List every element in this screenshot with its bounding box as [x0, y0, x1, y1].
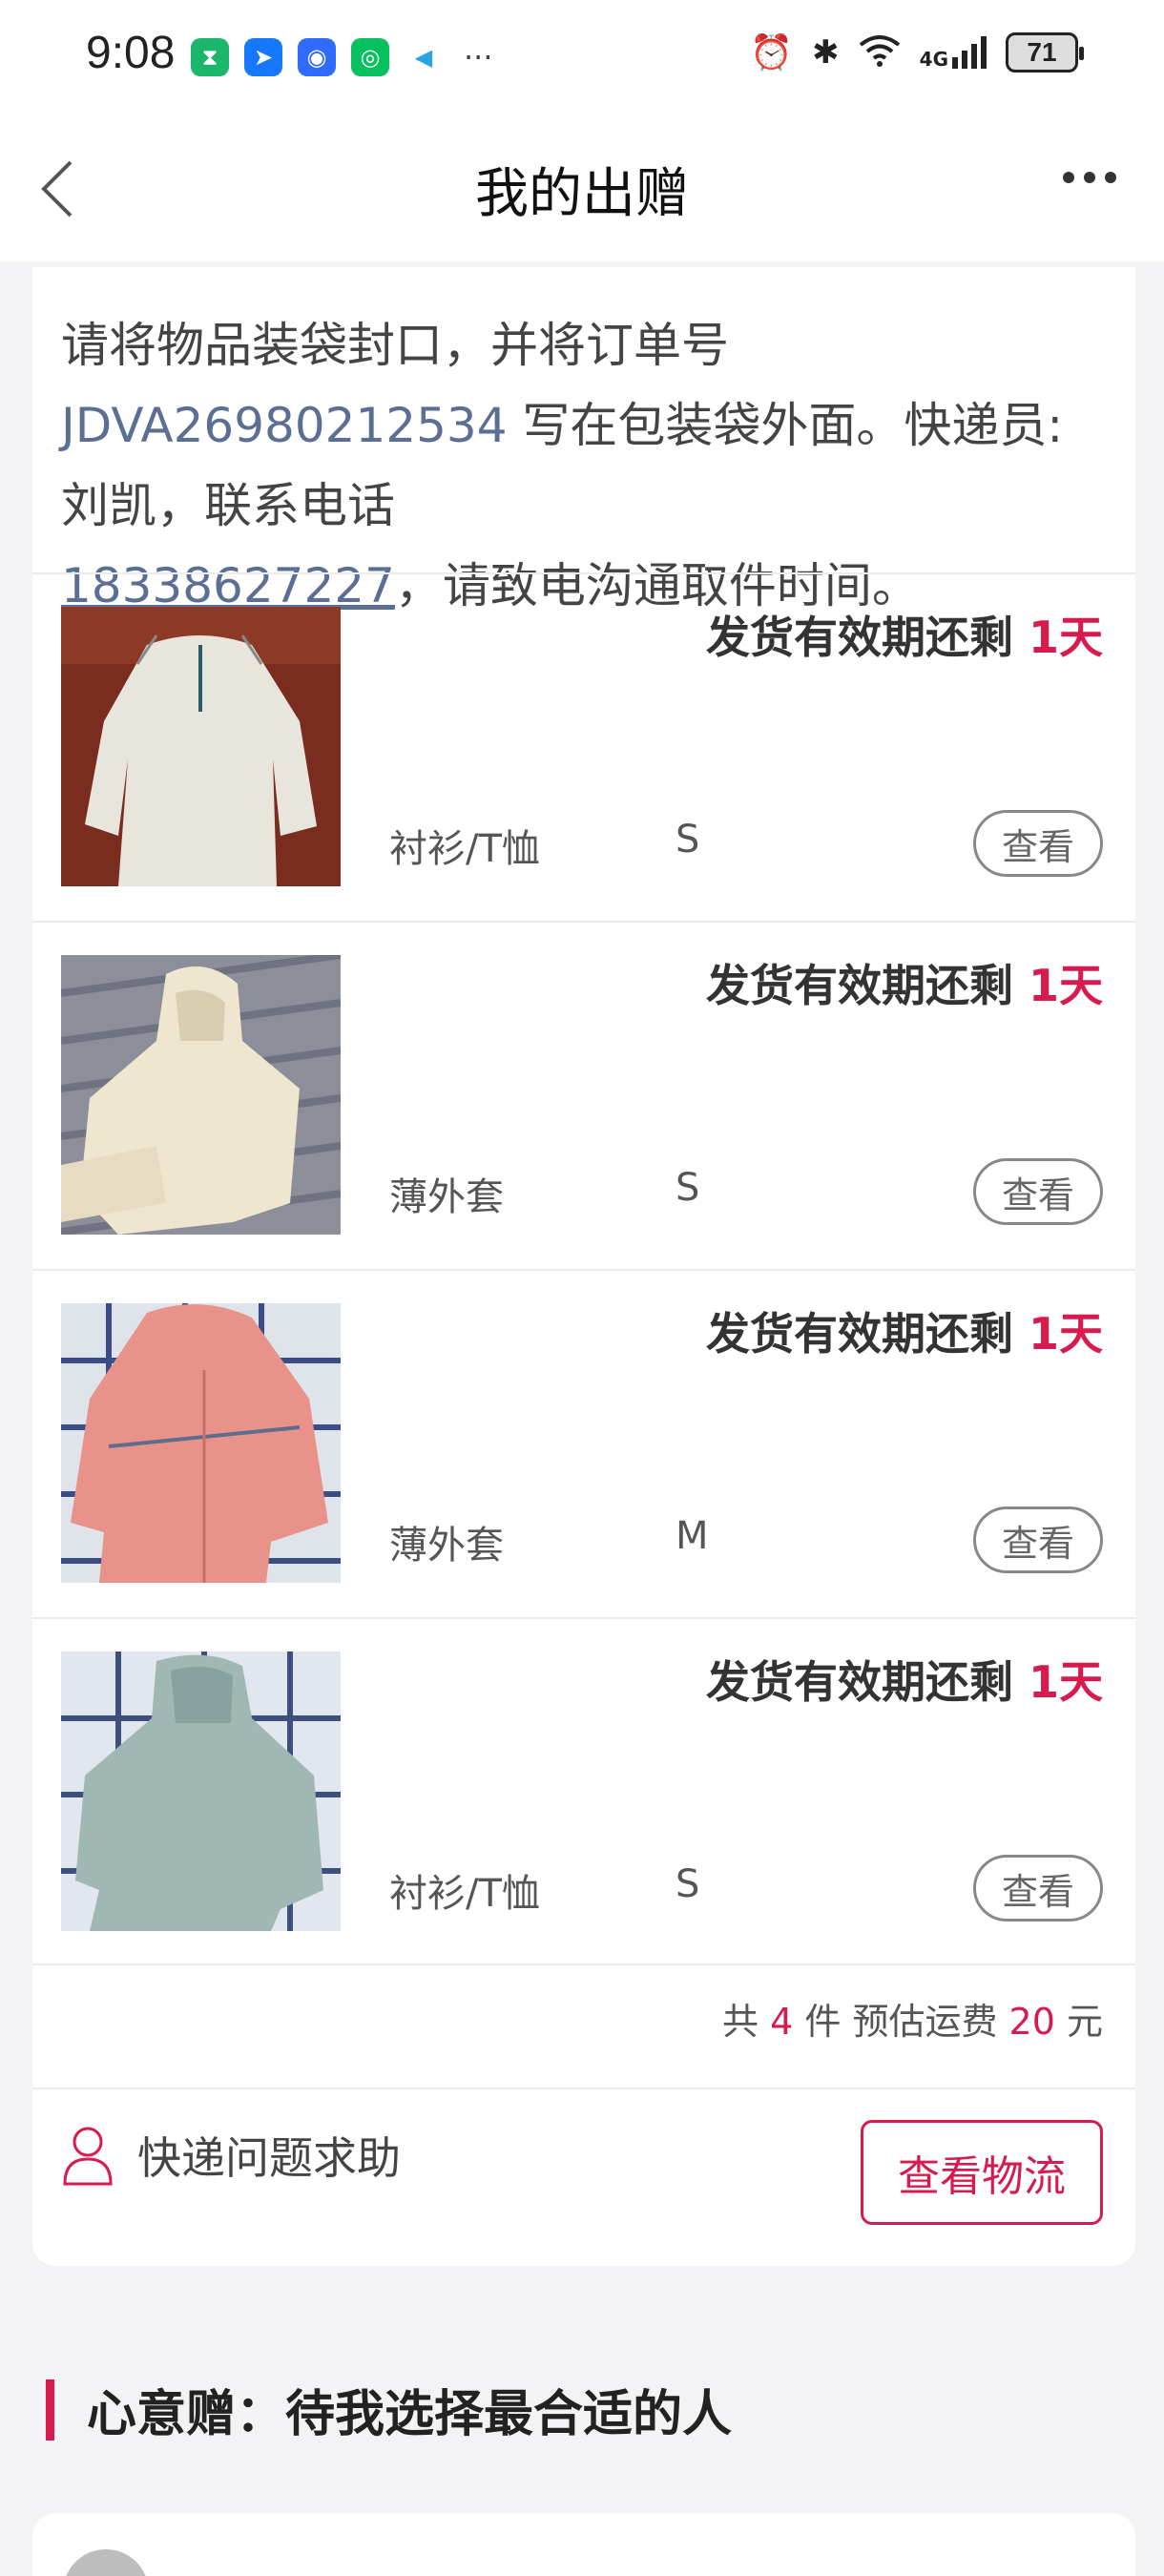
- deadline-label: 发货有效期还剩: [705, 612, 1029, 663]
- deadline-days: 1天: [1028, 612, 1103, 663]
- donation-item: 发货有效期还剩 1天 薄外套 S 查看: [32, 923, 1135, 1269]
- wifi-icon: [859, 33, 901, 72]
- summary-middle: 件 预估运费: [793, 2001, 1009, 2043]
- item-photo[interactable]: [61, 1652, 341, 1931]
- shipping-deadline: 发货有效期还剩 1天: [706, 603, 1103, 666]
- donation-item: 发货有效期还剩 1天 薄外套 M 查看: [32, 1271, 1135, 1617]
- battery-icon: 71: [1006, 32, 1084, 73]
- bluetooth-icon: ✱: [812, 33, 840, 72]
- notification-icons: ⧗ ➤ ◉ ◎ ◀ ···: [191, 38, 493, 76]
- item-photo[interactable]: [61, 1303, 341, 1583]
- nav-bar: 我的出赠: [0, 113, 1164, 261]
- item-size: S: [676, 1862, 700, 1906]
- order-number: JDVA26980212534: [61, 398, 508, 453]
- view-logistics-button[interactable]: 查看物流: [861, 2120, 1103, 2225]
- donation-item: 发货有效期还剩 1天 衬衫/T恤 S 查看: [32, 574, 1135, 921]
- donation-order-card: 请将物品装袋封口，并将订单号 JDVA26980212534 写在包装袋外面。快…: [32, 267, 1135, 2266]
- deadline-days: 1天: [1028, 960, 1103, 1011]
- page-title: 我的出赠: [475, 163, 689, 225]
- status-bar: 9:08 ⧗ ➤ ◉ ◎ ◀ ··· ⏰ ✱ 4G 71: [0, 0, 1164, 113]
- divider: [32, 2088, 1135, 2089]
- item-photo[interactable]: [61, 607, 341, 886]
- section-title: 心意赠：待我选择最合适的人: [87, 2386, 733, 2443]
- deadline-days: 1天: [1028, 1308, 1103, 1360]
- browser-app-icon: ◉: [298, 38, 336, 76]
- donation-item: 发货有效期还剩 1天 衬衫/T恤 S 查看: [32, 1619, 1135, 1965]
- wechat-app-icon: ◎: [351, 38, 389, 76]
- hourglass-app-icon: ⧗: [191, 38, 229, 76]
- summary-prefix: 共: [722, 2001, 771, 2043]
- shipping-deadline: 发货有效期还剩 1天: [706, 1648, 1103, 1711]
- view-item-button[interactable]: 查看: [973, 1855, 1103, 1922]
- order-summary: 共 4 件 预估运费 20 元: [722, 1992, 1103, 2045]
- navigation-app-icon: ➤: [244, 38, 282, 76]
- more-options-icon[interactable]: [1063, 172, 1116, 183]
- person-icon: [63, 2127, 113, 2186]
- status-time: 9:08: [86, 28, 176, 78]
- more-notifications-icon: ···: [464, 39, 493, 75]
- view-item-button[interactable]: 查看: [973, 1506, 1103, 1573]
- item-size: S: [676, 818, 700, 862]
- notice-text-prefix: 请将物品装袋封口，并将订单号: [61, 318, 729, 373]
- shipping-deadline: 发货有效期还剩 1天: [706, 1299, 1103, 1362]
- shipping-fee: 20: [1008, 2001, 1055, 2043]
- item-count: 4: [770, 2001, 794, 2043]
- item-category: 衬衫/T恤: [389, 1872, 540, 1916]
- telegram-app-icon: ◀: [405, 38, 443, 76]
- item-size: S: [676, 1166, 700, 1210]
- recipient-card[interactable]: [32, 2513, 1135, 2576]
- divider: [32, 1963, 1135, 1965]
- courier-help-label: 快递问题求助: [137, 2132, 401, 2184]
- shipping-deadline: 发货有效期还剩 1天: [706, 951, 1103, 1014]
- deadline-label: 发货有效期还剩: [705, 960, 1029, 1011]
- item-photo[interactable]: [61, 955, 341, 1235]
- courier-help-link[interactable]: 快递问题求助: [61, 2124, 401, 2187]
- item-category: 薄外套: [389, 1175, 504, 1219]
- item-category: 薄外套: [389, 1524, 504, 1568]
- deadline-label: 发货有效期还剩: [705, 1308, 1029, 1360]
- deadline-days: 1天: [1028, 1656, 1103, 1708]
- item-category: 衬衫/T恤: [389, 827, 540, 871]
- summary-suffix: 元: [1054, 2001, 1103, 2043]
- network-type: 4G: [919, 48, 948, 71]
- view-item-button[interactable]: 查看: [973, 1158, 1103, 1225]
- section-heading: 心意赠：待我选择最合适的人: [46, 2374, 732, 2445]
- alarm-icon: ⏰: [750, 33, 794, 73]
- avatar: [63, 2549, 149, 2576]
- item-size: M: [676, 1514, 709, 1558]
- accent-bar: [46, 2379, 54, 2441]
- view-item-button[interactable]: 查看: [973, 810, 1103, 877]
- cellular-signal-icon: 4G: [920, 36, 987, 69]
- deadline-label: 发货有效期还剩: [705, 1656, 1029, 1708]
